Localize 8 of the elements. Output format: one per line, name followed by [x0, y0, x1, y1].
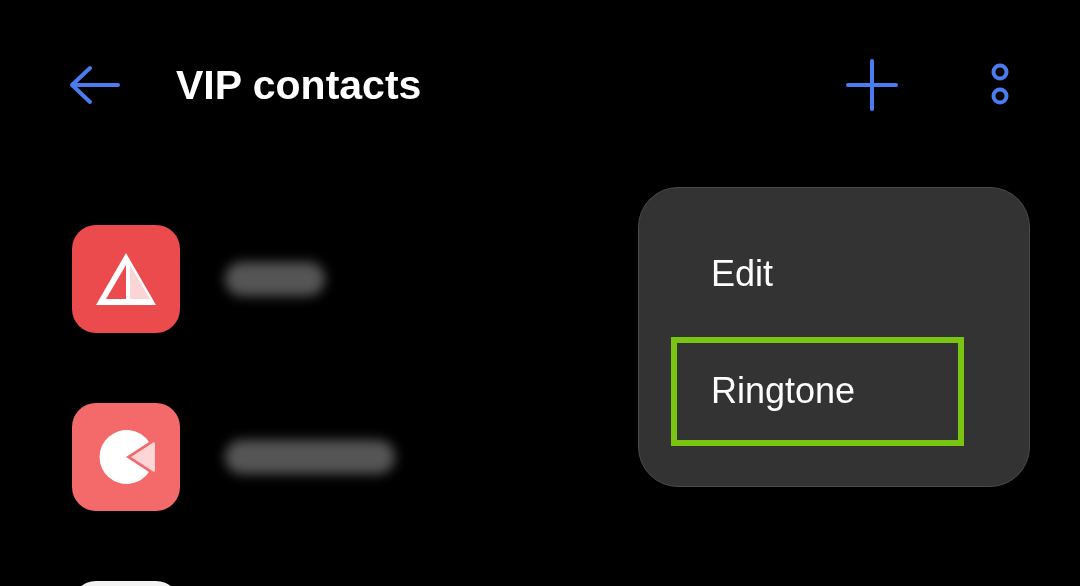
menu-item[interactable]: Edit — [671, 228, 964, 319]
pie-icon — [97, 428, 155, 486]
page-title: VIP contacts — [176, 61, 423, 109]
more-options-button[interactable] — [990, 63, 1010, 107]
back-button[interactable] — [68, 65, 120, 105]
add-button[interactable] — [846, 59, 898, 111]
menu-item[interactable]: Ringtone — [671, 336, 964, 446]
triangle-icon — [94, 251, 158, 307]
